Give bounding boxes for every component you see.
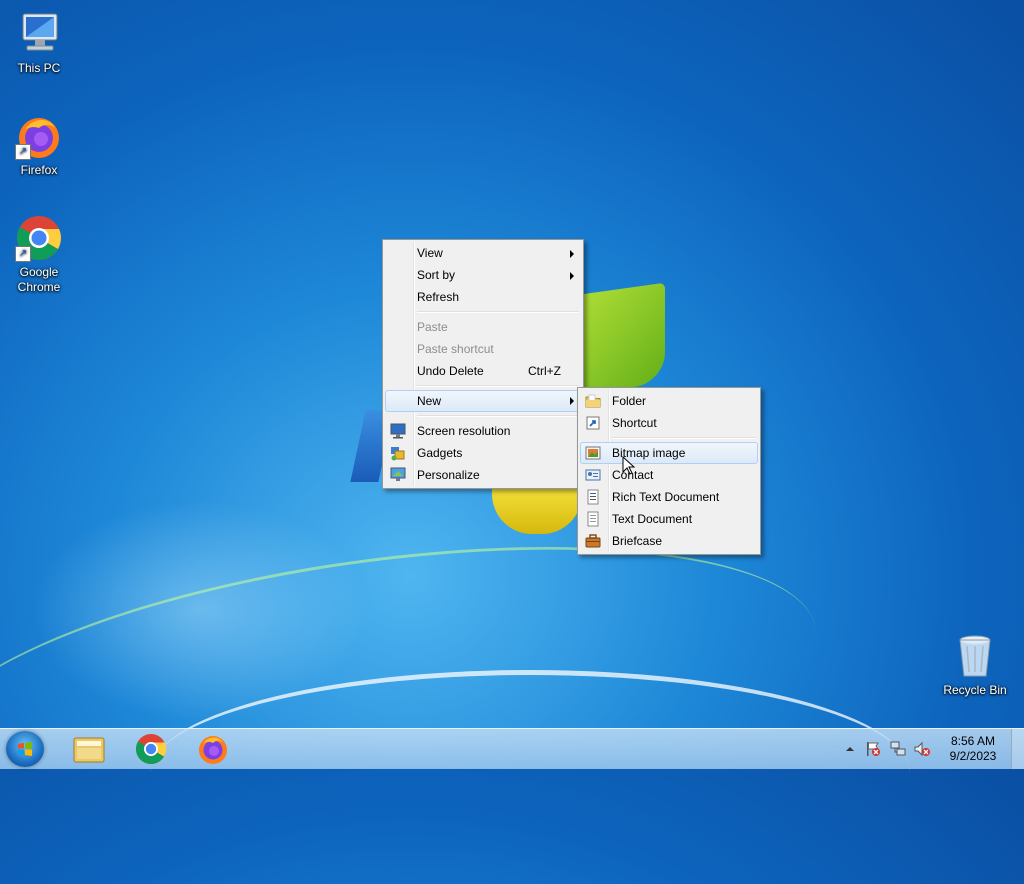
recycle-bin-icon [951,632,999,680]
taskbar-chrome-button[interactable] [124,731,178,767]
submenu-arrow-icon [570,272,574,280]
shortcut-arrow-icon: ↗ [15,144,31,160]
new-submenu: Folder Shortcut Bitmap image Contact Ric… [577,387,761,555]
shortcut-icon [585,415,601,431]
screen-resolution-icon [390,423,406,439]
this-pc-icon [15,10,63,58]
firefox-icon: ↗ [15,112,63,160]
desktop-icon-firefox[interactable]: ↗ Firefox [4,112,74,178]
taskbar-file-explorer-button[interactable] [62,731,116,767]
network-icon[interactable] [889,740,907,758]
menu-separator [612,437,756,439]
briefcase-icon [585,533,601,549]
shortcut-arrow-icon: ↗ [15,246,31,262]
file-explorer-icon [73,737,105,763]
submenu-item-briefcase[interactable]: Briefcase [580,530,758,552]
desktop-icon-this-pc[interactable]: This PC [4,10,74,76]
keyboard-shortcut-label: Ctrl+Z [528,364,561,378]
submenu-item-text-document[interactable]: Text Document [580,508,758,530]
taskbar-firefox-button[interactable] [186,731,240,767]
submenu-item-rich-text-document[interactable]: Rich Text Document [580,486,758,508]
menu-item-sort-by[interactable]: Sort by [385,264,581,286]
start-button[interactable] [6,731,44,767]
contact-icon [585,467,601,483]
desktop-context-menu: View Sort by Refresh Paste Paste shortcu… [382,239,584,489]
bitmap-image-icon [585,445,601,461]
clock-date: 9/2/2023 [949,749,997,763]
menu-item-paste: Paste [417,320,448,334]
windows-logo-icon [18,742,32,756]
volume-muted-icon[interactable] [913,740,931,758]
desktop-icon-label: Google Chrome [17,265,61,294]
desktop-icon-label: This PC [17,61,61,75]
text-document-icon [585,511,601,527]
menu-item-personalize[interactable]: Personalize [385,464,581,486]
desktop-icon-label: Recycle Bin [943,683,1007,697]
desktop-icon-recycle-bin[interactable]: Recycle Bin [940,632,1010,698]
folder-icon [585,393,601,409]
submenu-item-shortcut[interactable]: Shortcut [580,412,758,434]
submenu-arrow-icon [570,397,574,405]
menu-separator [417,415,579,417]
gadgets-icon [390,445,406,461]
menu-item-refresh[interactable]: Refresh [385,286,581,308]
menu-separator [417,385,579,387]
menu-item-view[interactable]: View [385,242,581,264]
personalize-icon [390,467,406,483]
mouse-cursor-icon [622,456,636,475]
wallpaper-logo-yellow [492,486,582,534]
submenu-item-folder[interactable]: Folder [580,390,758,412]
show-hidden-icons-arrow[interactable] [844,743,856,755]
submenu-item-contact[interactable]: Contact [580,464,758,486]
firefox-icon [199,736,227,764]
menu-item-gadgets[interactable]: Gadgets [385,442,581,464]
desktop-icon-google-chrome[interactable]: ↗ Google Chrome [4,214,74,295]
menu-item-undo-delete[interactable]: Undo Delete Ctrl+Z [385,360,581,382]
rich-text-document-icon [585,489,601,505]
action-center-flag-icon[interactable] [864,740,882,758]
system-clock[interactable]: 8:56 AM 9/2/2023 [944,734,1002,764]
menu-item-paste-shortcut: Paste shortcut [417,342,494,356]
submenu-item-bitmap-image[interactable]: Bitmap image [580,442,758,464]
chrome-icon [135,734,167,765]
menu-separator [417,311,579,313]
chrome-icon: ↗ [15,214,63,262]
show-desktop-button[interactable] [1011,729,1024,769]
clock-time: 8:56 AM [950,734,996,748]
menu-item-screen-resolution[interactable]: Screen resolution [385,420,581,442]
taskbar: 8:56 AM 9/2/2023 [0,728,1024,769]
submenu-arrow-icon [570,250,574,258]
menu-item-new[interactable]: New [385,390,581,412]
desktop-icon-label: Firefox [20,163,58,177]
